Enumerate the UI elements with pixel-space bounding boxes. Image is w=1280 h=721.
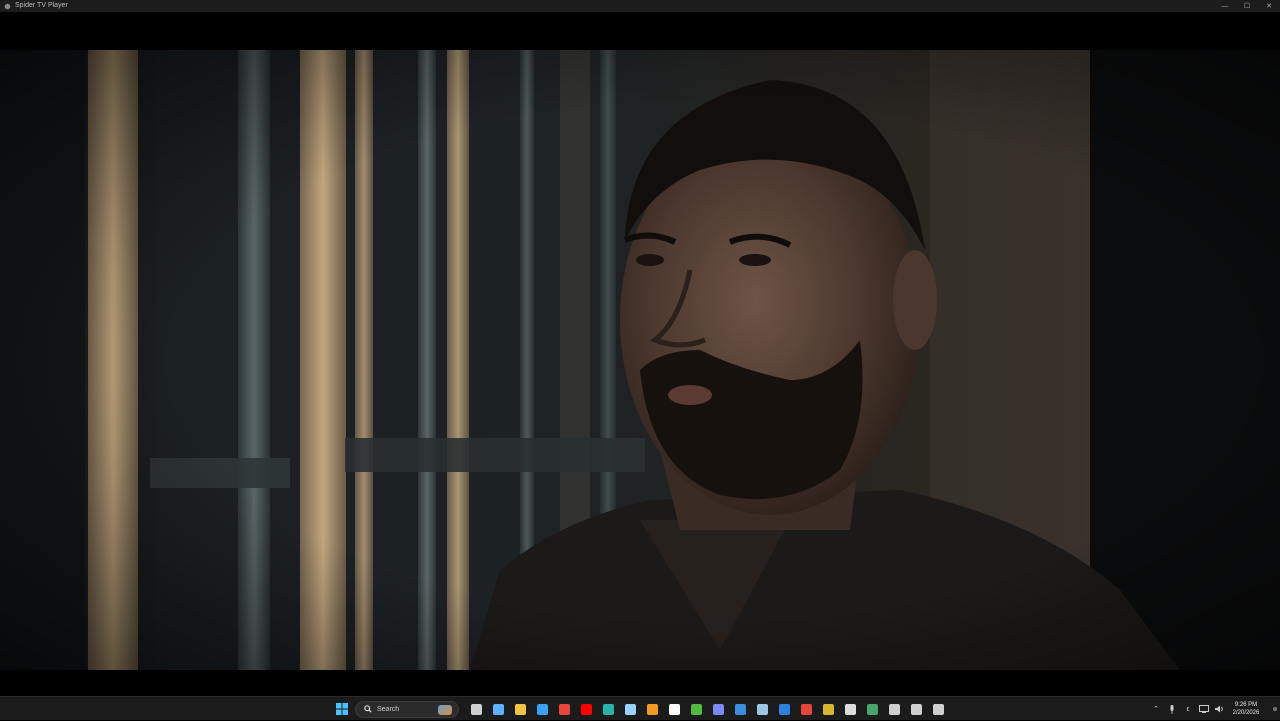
volume-icon[interactable] xyxy=(1212,697,1228,721)
video-player[interactable] xyxy=(0,12,1280,696)
start-button[interactable] xyxy=(333,700,351,718)
task-view-icon[interactable] xyxy=(465,697,487,721)
task-view-icon-glyph xyxy=(470,703,482,715)
controller-icon[interactable] xyxy=(883,697,905,721)
search-icon xyxy=(364,705,372,713)
terminal-icon[interactable] xyxy=(861,697,883,721)
xbox-icon-glyph xyxy=(690,703,702,715)
close-button[interactable]: ✕ xyxy=(1258,0,1280,12)
file-explorer-icon[interactable] xyxy=(509,697,531,721)
taskbar-center: Search xyxy=(333,697,949,721)
search-highlight-icon xyxy=(438,704,452,715)
windows-icon xyxy=(336,703,348,715)
taskbar: Search ⌃ ε 9:26 PM 2/20/2026 xyxy=(0,696,1280,720)
minimize-button[interactable]: — xyxy=(1214,0,1236,12)
active-app-icon-glyph xyxy=(624,703,636,715)
steam-icon-glyph xyxy=(756,703,768,715)
edge-icon[interactable] xyxy=(597,697,619,721)
spider-tv-app-icon xyxy=(4,3,11,9)
blue-app-icon[interactable] xyxy=(773,697,795,721)
window-title: Spider TV Player xyxy=(15,2,68,9)
controller-icon-glyph xyxy=(888,703,900,715)
blue-app-icon-glyph xyxy=(778,703,790,715)
clock-date: 2/20/2026 xyxy=(1232,710,1260,716)
spider-tv-icon-glyph xyxy=(844,703,856,715)
yellow-app-icon[interactable] xyxy=(817,697,839,721)
youtube-icon[interactable] xyxy=(575,697,597,721)
spider-tv-icon[interactable] xyxy=(839,697,861,721)
search-label: Search xyxy=(377,705,400,713)
extra-app-icon-glyph xyxy=(932,703,944,715)
clock-time: 9:26 PM xyxy=(1234,702,1258,708)
mail-icon[interactable] xyxy=(729,697,751,721)
extra-app-icon[interactable] xyxy=(927,697,949,721)
video-scene xyxy=(0,50,1280,670)
mail-icon-glyph xyxy=(734,703,746,715)
xbox-icon[interactable] xyxy=(685,697,707,721)
active-app-icon[interactable] xyxy=(619,697,641,721)
youtube-icon-glyph xyxy=(580,703,592,715)
microsoft-store-icon-glyph xyxy=(536,703,548,715)
microphone-icon[interactable] xyxy=(1164,697,1180,721)
steam-icon[interactable] xyxy=(751,697,773,721)
title-bar: Spider TV Player — ☐ ✕ xyxy=(0,0,1280,12)
tiktok-icon[interactable] xyxy=(663,697,685,721)
red-app-icon-glyph xyxy=(800,703,812,715)
task-manager-icon[interactable] xyxy=(905,697,927,721)
discord-icon[interactable] xyxy=(707,697,729,721)
yellow-app-icon-glyph xyxy=(822,703,834,715)
copilot-icon[interactable] xyxy=(487,697,509,721)
taskbar-search[interactable]: Search xyxy=(355,700,459,718)
pinned-apps xyxy=(465,697,949,721)
clock[interactable]: 9:26 PM 2/20/2026 xyxy=(1228,701,1264,717)
chrome-icon-glyph xyxy=(558,703,570,715)
network-icon[interactable] xyxy=(1196,697,1212,721)
tray-chevron-icon[interactable]: ⌃ xyxy=(1148,697,1164,721)
discord-icon-glyph xyxy=(712,703,724,715)
notification-icon[interactable] xyxy=(1270,697,1280,721)
chrome-icon[interactable] xyxy=(553,697,575,721)
edge-icon-glyph xyxy=(602,703,614,715)
system-tray: ⌃ ε 9:26 PM 2/20/2026 xyxy=(1148,697,1280,721)
video-frame[interactable] xyxy=(0,50,1280,670)
file-explorer-icon-glyph xyxy=(514,703,526,715)
orange-app-icon-glyph xyxy=(646,703,658,715)
window-controls: — ☐ ✕ xyxy=(1214,0,1280,12)
orange-app-icon[interactable] xyxy=(641,697,663,721)
red-app-icon[interactable] xyxy=(795,697,817,721)
microsoft-store-icon[interactable] xyxy=(531,697,553,721)
language-indicator[interactable]: ε xyxy=(1180,697,1196,721)
copilot-icon-glyph xyxy=(492,703,504,715)
tiktok-icon-glyph xyxy=(668,703,680,715)
maximize-button[interactable]: ☐ xyxy=(1236,0,1258,12)
terminal-icon-glyph xyxy=(866,703,878,715)
task-manager-icon-glyph xyxy=(910,703,922,715)
